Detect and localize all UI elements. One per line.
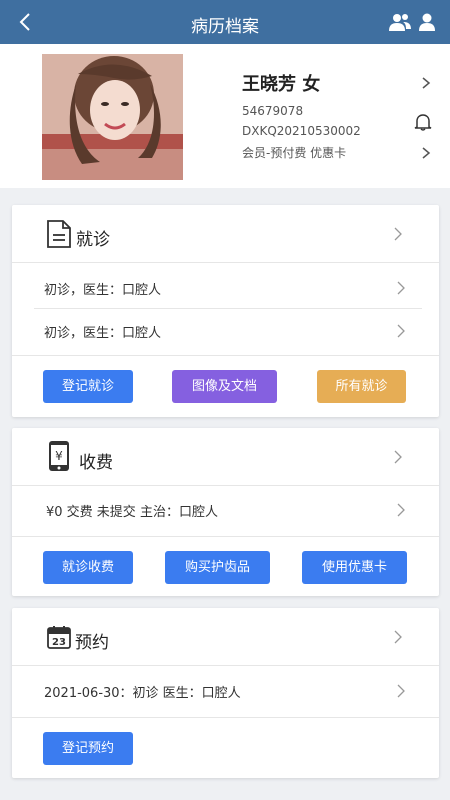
appointment-record-text: 2021-06-30：初诊 医生：口腔人 bbox=[44, 686, 241, 701]
visits-title: 就诊 bbox=[76, 230, 110, 250]
patient-profile[interactable]: 王晓芳 女 54679078 DXKQ20210530002 会员-预付费 优惠… bbox=[0, 44, 450, 188]
svg-text:¥: ¥ bbox=[55, 449, 63, 463]
patient-id: 54679078 bbox=[242, 104, 304, 118]
charges-card: ¥ 收费 ¥0 交费 未提交 主治：口腔人 就诊收费 购买护齿品 使用优惠卡 bbox=[12, 428, 439, 596]
bell-icon[interactable] bbox=[413, 112, 433, 132]
chevron-right-icon bbox=[397, 684, 405, 698]
chevron-right-icon bbox=[397, 324, 405, 338]
chevron-right-icon[interactable] bbox=[420, 146, 432, 160]
group-users-icon[interactable] bbox=[388, 12, 412, 32]
chevron-right-icon[interactable] bbox=[393, 450, 403, 464]
user-icon[interactable] bbox=[418, 12, 436, 32]
calendar-icon: 23 bbox=[47, 626, 71, 649]
charge-record[interactable]: ¥0 交费 未提交 主治：口腔人 bbox=[12, 487, 439, 533]
visit-charge-button[interactable]: 就诊收费 bbox=[43, 551, 133, 584]
charges-title: 收费 bbox=[79, 453, 113, 473]
charges-header[interactable]: ¥ 收费 bbox=[12, 428, 439, 486]
appointments-header[interactable]: 23 预约 bbox=[12, 608, 439, 666]
appointment-record[interactable]: 2021-06-30：初诊 医生：口腔人 bbox=[12, 668, 439, 714]
membership-info: 会员-预付费 优惠卡 bbox=[242, 146, 347, 160]
visit-record-text: 初诊，医生：口腔人 bbox=[44, 326, 162, 341]
visit-record[interactable]: 初诊，医生：口腔人 bbox=[12, 308, 439, 354]
register-appointment-button[interactable]: 登记预约 bbox=[43, 732, 133, 765]
patient-photo bbox=[42, 54, 183, 180]
visits-header[interactable]: 就诊 bbox=[12, 205, 439, 263]
visit-record[interactable]: 初诊，医生：口腔人 bbox=[12, 265, 439, 311]
chevron-right-icon[interactable] bbox=[393, 227, 403, 241]
chevron-right-icon[interactable] bbox=[420, 76, 432, 90]
divider bbox=[12, 536, 439, 537]
visit-record-text: 初诊，医生：口腔人 bbox=[44, 283, 162, 298]
calendar-day: 23 bbox=[52, 637, 66, 648]
visits-card: 就诊 初诊，医生：口腔人 初诊，医生：口腔人 登记就诊 图像及文档 所有就诊 bbox=[12, 205, 439, 417]
page-title: 病历档案 bbox=[191, 17, 259, 37]
all-visits-button[interactable]: 所有就诊 bbox=[317, 370, 406, 403]
divider bbox=[12, 717, 439, 718]
divider bbox=[12, 355, 439, 356]
top-bar: 病历档案 bbox=[0, 0, 450, 44]
chevron-right-icon bbox=[397, 503, 405, 517]
phone-payment-icon: ¥ bbox=[49, 441, 69, 471]
patient-code: DXKQ20210530002 bbox=[242, 124, 361, 138]
chevron-right-icon bbox=[397, 281, 405, 295]
patient-name: 王晓芳 女 bbox=[242, 74, 321, 95]
register-visit-button[interactable]: 登记就诊 bbox=[43, 370, 133, 403]
appointments-title: 预约 bbox=[75, 633, 109, 653]
charge-record-text: ¥0 交费 未提交 主治：口腔人 bbox=[46, 505, 218, 520]
chevron-right-icon[interactable] bbox=[393, 630, 403, 644]
images-documents-button[interactable]: 图像及文档 bbox=[172, 370, 277, 403]
document-icon bbox=[47, 220, 71, 248]
use-coupon-button[interactable]: 使用优惠卡 bbox=[302, 551, 407, 584]
appointments-card: 23 预约 2021-06-30：初诊 医生：口腔人 登记预约 bbox=[12, 608, 439, 778]
buy-dental-products-button[interactable]: 购买护齿品 bbox=[165, 551, 270, 584]
